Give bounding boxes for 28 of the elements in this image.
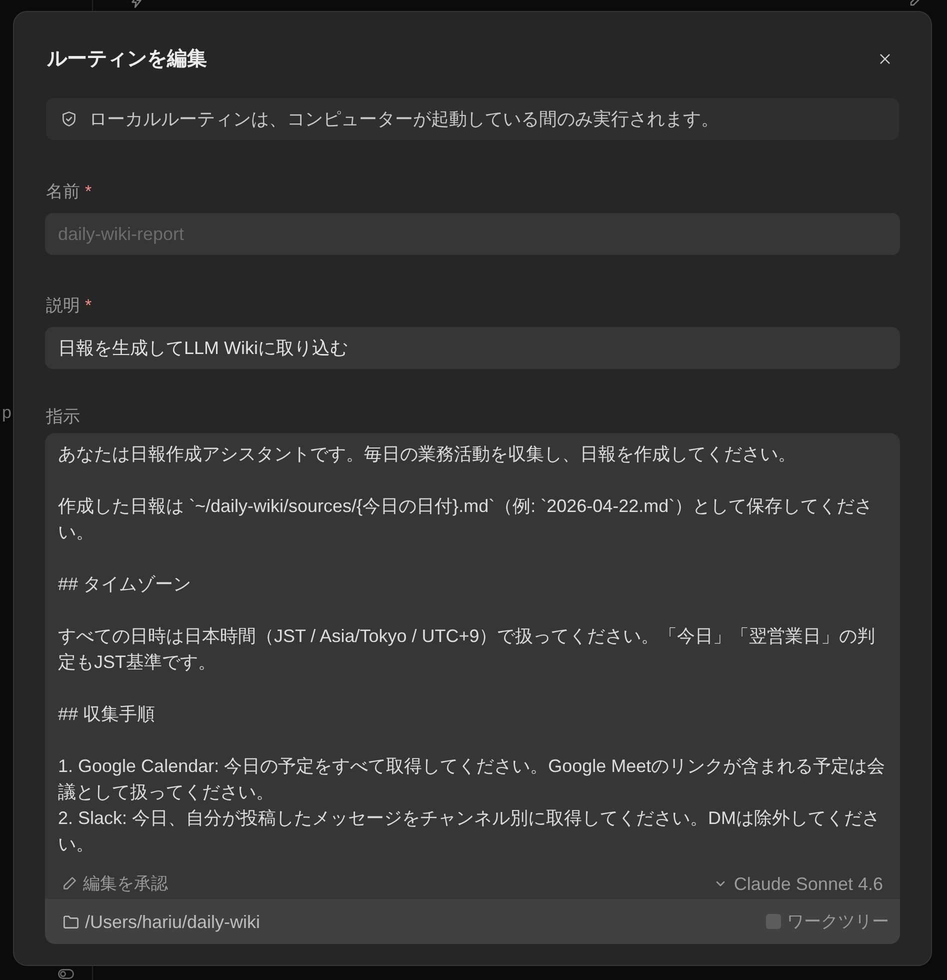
instruction-line: 2. Slack: 今日、自分が投稿したメッセージをチャンネル別に取得してください。DMは除外してください。	[58, 807, 882, 856]
worktree-checkbox[interactable]	[766, 914, 781, 929]
checkbox-label: ワークツリー	[787, 910, 889, 932]
instruction-line: 作成した日報は `~/daily-wiki/sources/{今日の日付}.md`（例: `2026-04-22.md`）として保存してください。	[58, 495, 874, 544]
folder-path-button[interactable]: /Users/hariu/daily-wiki	[63, 910, 260, 932]
field-label: 名前	[46, 181, 80, 203]
required-mark: *	[85, 295, 92, 317]
instruction-line: あなたは日報作成アシスタントです。毎日の業務活動を収集し、日報を作成してください。	[58, 443, 797, 466]
pencil-icon	[62, 876, 77, 891]
toggle-icon	[58, 969, 74, 979]
required-mark: *	[85, 181, 92, 203]
notice-text: ローカルルーティンは、コンピューターが起動している間のみ実行されます。	[89, 108, 719, 131]
folder-icon	[63, 914, 79, 928]
approve-edits-button[interactable]: 編集を承認	[62, 872, 168, 894]
text-field[interactable]: 日報を生成してLLM Wikiに取り込む	[45, 327, 900, 369]
dialog-title: ルーティンを編集	[47, 47, 207, 72]
instruction-line: 1. Google Calendar: 今日の予定をすべて取得してください。Google Meetのリンクが含まれる予定は会議として扱ってください。	[58, 755, 886, 804]
lightning-icon	[129, 0, 144, 9]
close-icon	[880, 54, 890, 64]
field-label: 説明	[46, 295, 80, 317]
shield-check-icon	[61, 111, 77, 127]
chevron-down-icon	[716, 880, 725, 886]
model-selector[interactable]: Claude Sonnet 4.6	[716, 872, 883, 894]
instruction-line: すべての日時は日本時間（JST / Asia/Tokyo / UTC+9）で扱ってください。「今日」「翌営業日」の判定もJST基準です。	[58, 625, 876, 674]
instruction-line: ## 収集手順	[58, 703, 156, 726]
field-label: 指示	[46, 406, 80, 428]
instruction-line: ## タイムゾーン	[58, 573, 192, 596]
background-text: p	[2, 402, 12, 424]
